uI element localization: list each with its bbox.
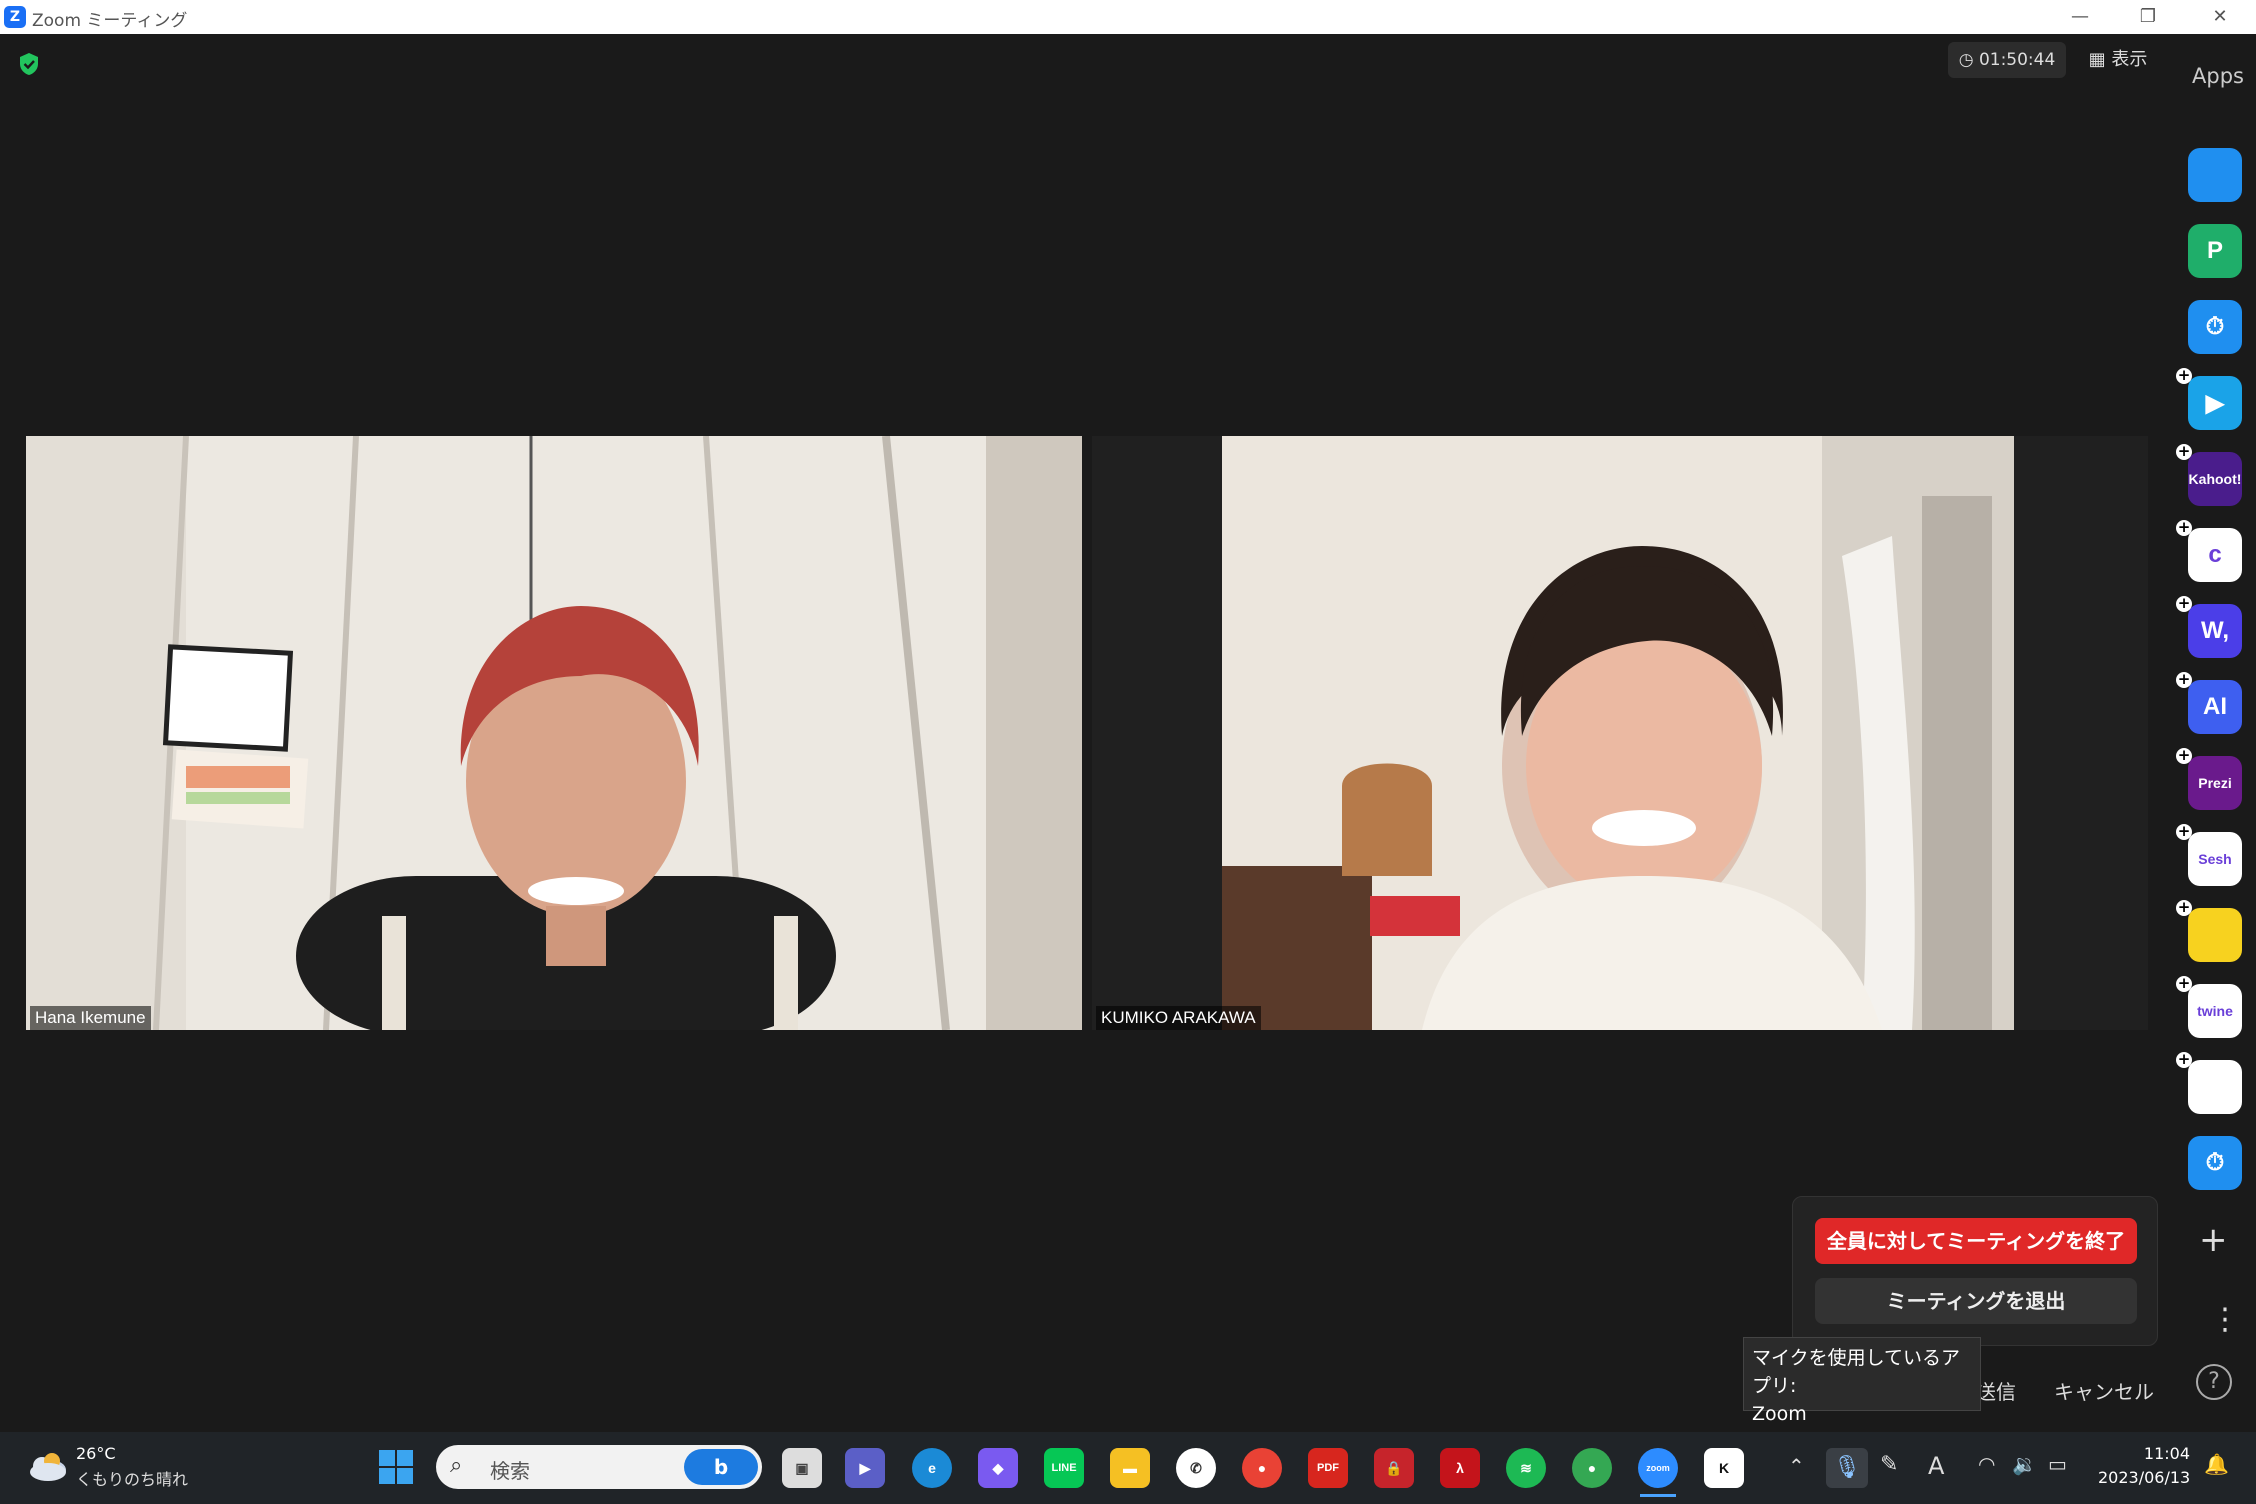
ai-app-icon[interactable]: AI <box>2188 680 2242 734</box>
cancel-button[interactable]: キャンセル <box>2054 1376 2154 1405</box>
emoji-app-icon[interactable] <box>2188 908 2242 962</box>
microphone-icon[interactable]: 🎙 <box>1826 1448 1868 1488</box>
windows-start-icon[interactable] <box>378 1449 414 1485</box>
line-app-icon[interactable]: LINE <box>1044 1448 1084 1488</box>
meeting-timer[interactable]: ◷ 01:50:44 <box>1948 42 2066 78</box>
view-label: 表示 <box>2111 49 2148 70</box>
p-app-icon[interactable]: P <box>2188 224 2242 278</box>
kindle-icon[interactable]: K <box>1704 1448 1744 1488</box>
prezi-app-icon[interactable]: Prezi <box>2188 756 2242 810</box>
pen-icon[interactable]: ✎ <box>1880 1452 1898 1477</box>
participant-name-label: Hana Ikemune <box>30 1006 151 1030</box>
file-explorer-icon[interactable]: ▬ <box>1110 1448 1150 1488</box>
clock-icon: ◷ <box>1958 50 1979 70</box>
mcafee-icon[interactable]: 🔒 <box>1374 1448 1414 1488</box>
help-icon[interactable]: ? <box>2196 1364 2232 1400</box>
chrome-profile-icon[interactable]: ● <box>1572 1448 1612 1488</box>
video-tile-hana[interactable]: Hana Ikemune <box>26 436 1082 1030</box>
install-app-plus-icon[interactable]: + <box>2176 596 2192 612</box>
apps-panel-title: Apps <box>2192 64 2244 88</box>
c-app-icon[interactable]: c <box>2188 528 2242 582</box>
install-app-plus-icon[interactable]: + <box>2176 368 2192 384</box>
task-view-icon[interactable]: ▣ <box>782 1448 822 1488</box>
video-tile-kumiko[interactable]: KUMIKO ARAKAWA <box>1092 436 2148 1030</box>
volume-icon[interactable]: 🔉 <box>2012 1452 2037 1476</box>
window-title: Zoom ミーティング <box>32 11 188 31</box>
notification-icon[interactable]: 🔔 <box>2204 1452 2229 1476</box>
pitch-app-icon[interactable]: ▶ <box>2188 376 2242 430</box>
clock-date[interactable]: 2023/06/13 <box>2098 1468 2190 1487</box>
active-app-indicator <box>1640 1494 1676 1497</box>
leave-meeting-button[interactable]: ミーティングを退出 <box>1815 1278 2137 1324</box>
kahoot-app-icon[interactable]: Kahoot! <box>2188 452 2242 506</box>
grid-icon: ▦ <box>2088 49 2112 70</box>
view-button[interactable]: ▦ 表示 <box>2078 42 2158 78</box>
acrobat-icon[interactable]: λ <box>1440 1448 1480 1488</box>
copilot-icon[interactable]: ◆ <box>978 1448 1018 1488</box>
edge-browser-icon[interactable]: e <box>912 1448 952 1488</box>
install-app-plus-icon[interactable]: + <box>2176 1052 2192 1068</box>
participant-video-hana <box>26 436 1082 1030</box>
teams-chat-icon[interactable]: ▶ <box>845 1448 885 1488</box>
weather-temp: 26°C <box>76 1444 116 1463</box>
stopwatch-app-icon[interactable]: ⏱ <box>2188 1136 2242 1190</box>
weather-desc: くもりのち晴れ <box>76 1470 189 1489</box>
blocks-app-icon[interactable] <box>2188 1060 2242 1114</box>
zoom-logo-icon: Z <box>4 6 26 28</box>
search-icon: ⌕ <box>450 1453 463 1478</box>
whatsapp-icon[interactable]: ✆ <box>1176 1448 1216 1488</box>
pdf-app-icon[interactable]: PDF <box>1308 1448 1348 1488</box>
sesh-app-icon[interactable]: Sesh <box>2188 832 2242 886</box>
spotify-icon[interactable]: ≋ <box>1506 1448 1546 1488</box>
tooltip-line1: マイクを使用しているアプリ: <box>1752 1347 1961 1397</box>
zoom-taskbar-icon[interactable]: zoom <box>1638 1448 1678 1488</box>
close-button[interactable]: ✕ <box>2190 2 2250 32</box>
search-placeholder: 検索 <box>490 1459 530 1483</box>
battery-icon[interactable]: ▭ <box>2048 1452 2067 1476</box>
smile-app-icon[interactable] <box>2188 148 2242 202</box>
bing-icon[interactable]: b <box>684 1449 758 1485</box>
tooltip-line2: Zoom <box>1752 1403 1807 1425</box>
wifi-icon[interactable]: ◠ <box>1978 1452 1995 1476</box>
twine-app-icon[interactable]: twine <box>2188 984 2242 1038</box>
end-meeting-for-all-button[interactable]: 全員に対してミーティングを終了 <box>1815 1218 2137 1264</box>
more-options-icon[interactable]: ⋮ <box>2210 1302 2240 1337</box>
install-app-plus-icon[interactable]: + <box>2176 824 2192 840</box>
minimize-button[interactable]: — <box>2050 2 2110 32</box>
restore-button[interactable]: ❐ <box>2118 2 2178 32</box>
clock-time[interactable]: 11:04 <box>2098 1444 2190 1463</box>
timer-app-icon[interactable]: ⏱ <box>2188 300 2242 354</box>
window-titlebar: Z Zoom ミーティング — ❐ ✕ <box>0 0 2256 34</box>
mic-usage-tooltip: マイクを使用しているアプリ: Zoom <box>1743 1337 1981 1425</box>
wooclap-app-icon[interactable]: W, <box>2188 604 2242 658</box>
timer-text: 01:50:44 <box>1978 50 2056 70</box>
participant-name-label: KUMIKO ARAKAWA <box>1096 1006 1261 1030</box>
ime-icon[interactable]: A <box>1928 1452 1944 1480</box>
install-app-plus-icon[interactable]: + <box>2176 520 2192 536</box>
taskbar-search[interactable]: ⌕ 検索 b <box>436 1445 762 1489</box>
install-app-plus-icon[interactable]: + <box>2176 444 2192 460</box>
install-app-plus-icon[interactable]: + <box>2176 900 2192 916</box>
install-app-plus-icon[interactable]: + <box>2176 672 2192 688</box>
install-app-plus-icon[interactable]: + <box>2176 748 2192 764</box>
chrome-icon[interactable]: ● <box>1242 1448 1282 1488</box>
add-app-button[interactable]: + <box>2199 1220 2228 1260</box>
participant-video-kumiko <box>1092 436 2148 1030</box>
weather-cloud-icon[interactable] <box>26 1448 68 1482</box>
tray-chevron-icon[interactable]: ⌃ <box>1788 1454 1805 1478</box>
install-app-plus-icon[interactable]: + <box>2176 976 2192 992</box>
partial-label: 送信 <box>1976 1380 2016 1404</box>
encryption-shield-icon[interactable] <box>18 52 40 76</box>
